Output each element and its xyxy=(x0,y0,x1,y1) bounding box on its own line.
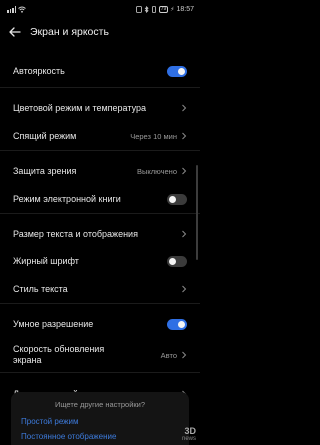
refresh-rate-value: Авто xyxy=(160,350,177,360)
scrollbar[interactable] xyxy=(196,165,198,260)
settings-list: Автояркость Цветовой режим и температура… xyxy=(0,55,200,409)
battery-level: 79 xyxy=(160,5,167,12)
sleep-value: Через 10 мин xyxy=(130,131,177,141)
chevron-right-icon xyxy=(182,132,187,140)
suggestion-link-simple-mode[interactable]: Простой режим xyxy=(21,416,179,427)
clock: 18:57 xyxy=(176,5,194,13)
header: Экран и яркость xyxy=(0,20,200,44)
toggle-knob xyxy=(169,195,176,203)
lightning-icon: ⚡ xyxy=(170,6,175,13)
chevron-right-icon xyxy=(182,167,187,175)
text-style-row[interactable]: Стиль текста xyxy=(0,275,200,303)
smart-resolution-label: Умное разрешение xyxy=(13,318,94,329)
auto-brightness-row[interactable]: Автояркость xyxy=(0,55,200,87)
watermark-logo: 3D news xyxy=(181,426,196,443)
suggestions-card: Ищете другие настройки? Простой режим По… xyxy=(11,392,189,445)
toggle-knob xyxy=(169,258,176,265)
ebook-row[interactable]: Режим электронной книги xyxy=(0,185,200,213)
ebook-toggle[interactable] xyxy=(167,193,187,205)
battery-icon: 79 xyxy=(158,5,169,13)
suggestions-title: Ищете другие настройки? xyxy=(54,400,146,409)
refresh-rate-label: Скорость обновления экрана xyxy=(13,344,104,366)
bold-toggle[interactable] xyxy=(167,256,187,267)
smart-resolution-toggle[interactable] xyxy=(167,318,187,330)
ebook-label: Режим электронной книги xyxy=(13,193,121,204)
eye-comfort-right: Выключено xyxy=(137,167,187,176)
refresh-rate-label-line2: экрана xyxy=(13,355,42,365)
refresh-rate-row[interactable]: Скорость обновления экрана Авто xyxy=(0,338,200,372)
text-size-row[interactable]: Размер текста и отображения xyxy=(0,220,200,248)
status-bar: 79 ⚡ 18:57 xyxy=(0,0,200,18)
sleep-right: Через 10 мин xyxy=(130,132,187,141)
watermark-line2: news xyxy=(181,436,196,442)
vibrate-icon xyxy=(151,5,156,13)
toggle-knob xyxy=(178,67,185,75)
bold-row[interactable]: Жирный шрифт xyxy=(0,248,200,275)
refresh-rate-label-line1: Скорость обновления xyxy=(13,344,105,354)
bluetooth-icon xyxy=(144,5,149,13)
chevron-right-icon xyxy=(182,230,187,238)
text-style-label: Стиль текста xyxy=(13,283,68,294)
sleep-row[interactable]: Спящий режим Через 10 мин xyxy=(0,122,200,150)
nfc-icon xyxy=(135,5,142,13)
bold-label: Жирный шрифт xyxy=(13,256,79,266)
chevron-right-icon xyxy=(182,285,187,293)
eye-comfort-label: Защита зрения xyxy=(13,165,77,176)
signal-icon xyxy=(7,5,16,13)
page-title: Экран и яркость xyxy=(30,26,109,38)
suggestion-link-always-on-display[interactable]: Постоянное отображение xyxy=(21,431,179,442)
auto-brightness-toggle[interactable] xyxy=(167,65,187,77)
sleep-label: Спящий режим xyxy=(13,130,77,141)
status-left xyxy=(7,5,26,13)
toggle-knob xyxy=(178,320,185,328)
chevron-right-icon xyxy=(182,351,187,359)
chevron-right-icon xyxy=(182,104,187,112)
wifi-icon xyxy=(18,6,26,13)
eye-comfort-value: Выключено xyxy=(137,166,177,176)
status-right: 79 ⚡ 18:57 xyxy=(135,5,194,13)
eye-comfort-row[interactable]: Защита зрения Выключено xyxy=(0,157,200,185)
color-mode-label: Цветовой режим и температура xyxy=(13,102,146,113)
smart-resolution-row[interactable]: Умное разрешение xyxy=(0,310,200,338)
refresh-rate-right: Авто xyxy=(161,351,187,360)
auto-brightness-label: Автояркость xyxy=(13,65,65,76)
color-mode-row[interactable]: Цветовой режим и температура xyxy=(0,94,200,122)
back-arrow-icon[interactable] xyxy=(8,25,22,39)
text-size-label: Размер текста и отображения xyxy=(13,228,138,239)
watermark-line1: 3D xyxy=(184,426,196,436)
